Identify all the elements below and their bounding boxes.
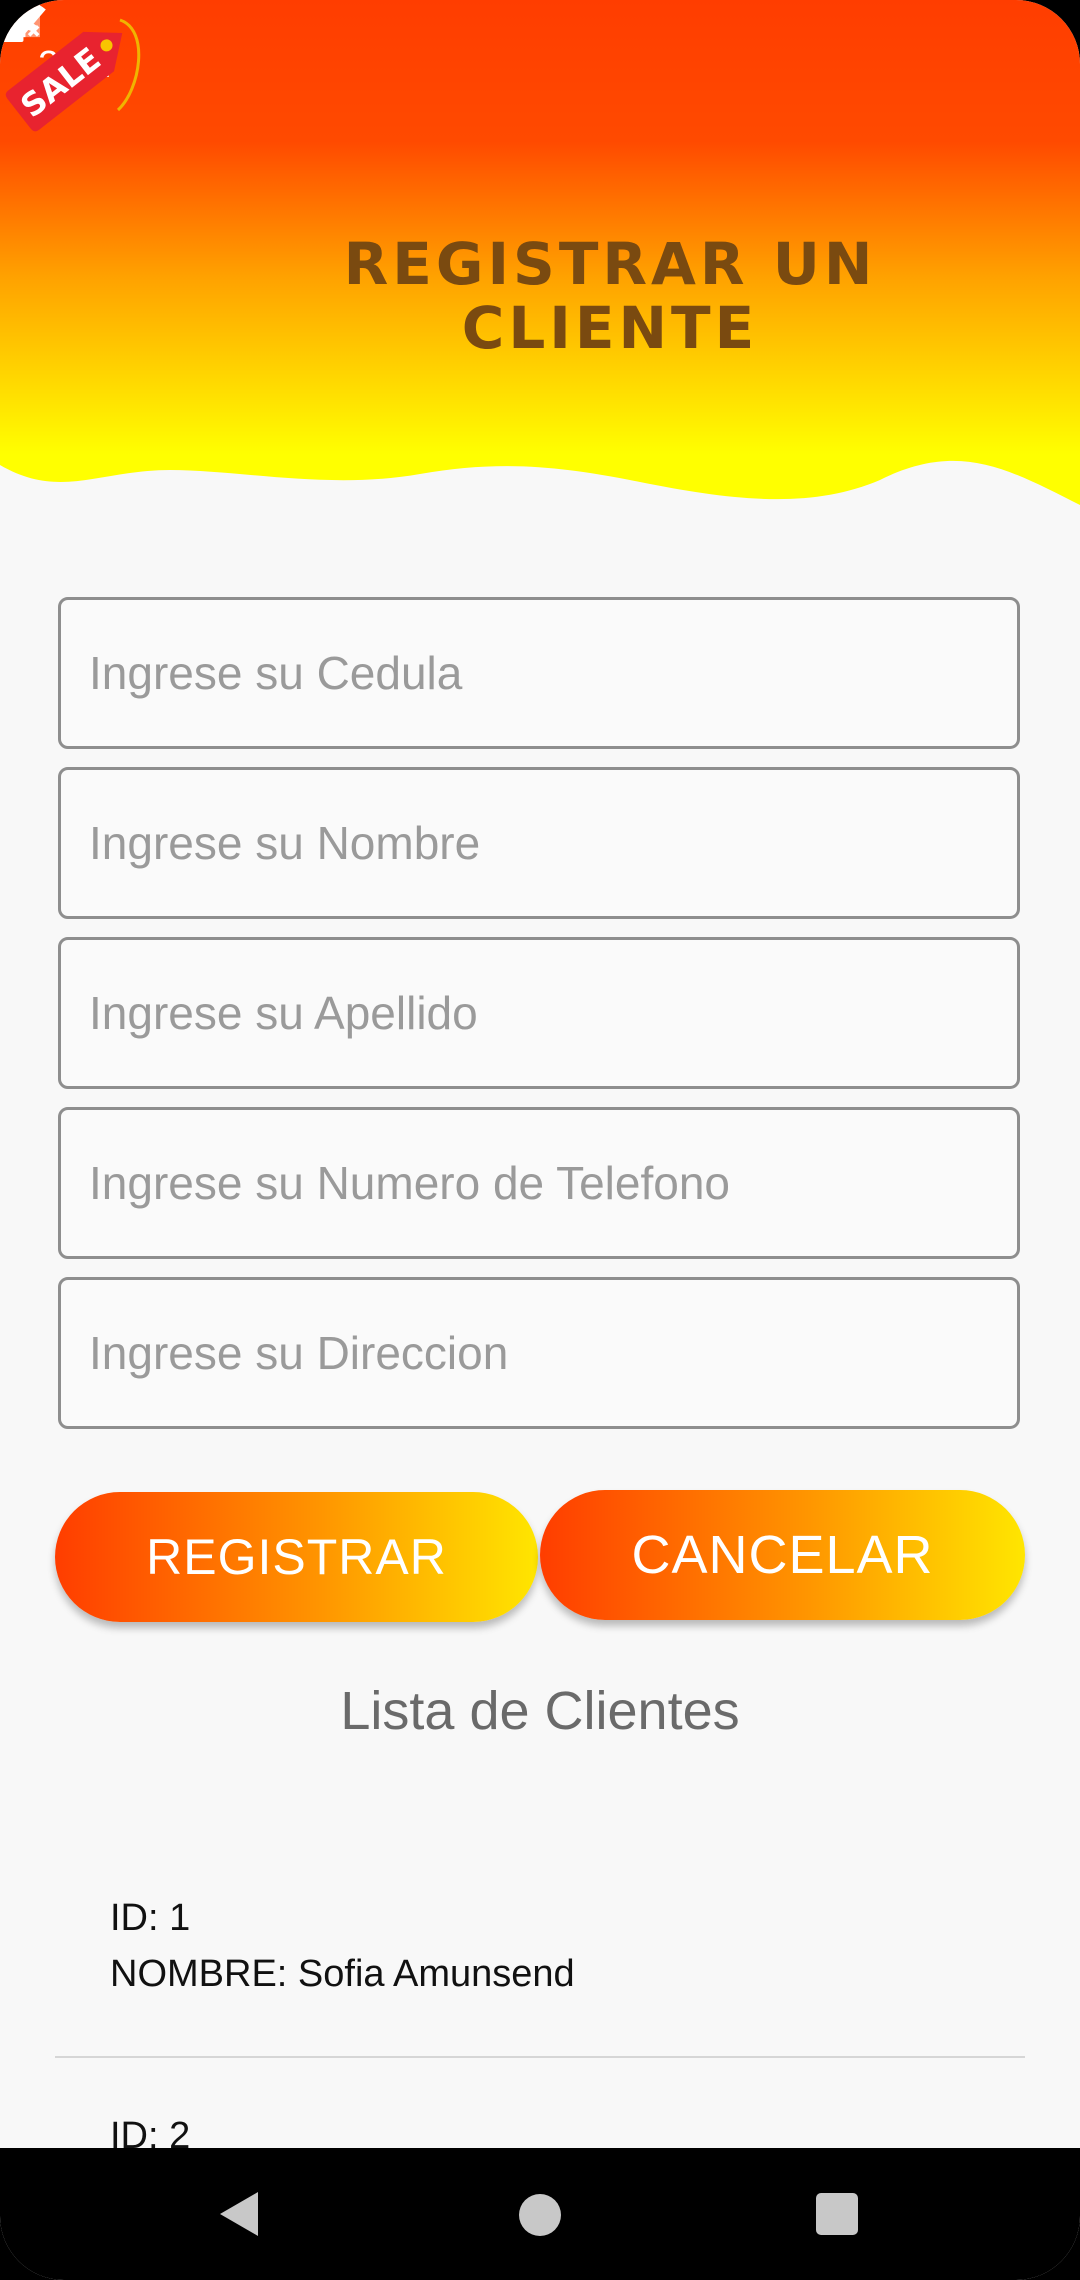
apellido-input[interactable] [61, 940, 1017, 1086]
sale-tag-icon: SALE [5, 18, 141, 132]
recents-icon[interactable] [816, 2193, 858, 2235]
app-screen: 2:44 SALE REG [0, 0, 1080, 2280]
navigation-bar [0, 2148, 1080, 2280]
status-bar: 2:44 [0, 0, 1080, 136]
cancelar-button[interactable]: CANCELAR [540, 1490, 1025, 1620]
home-icon[interactable] [519, 2194, 561, 2236]
client-name: NOMBRE: Sofia Amunsend [110, 1953, 575, 1995]
page-title: REGISTRAR UN CLIENTE [343, 230, 877, 362]
list-item[interactable]: ID: 1 NOMBRE: Sofia Amunsend [110, 1890, 575, 2002]
cedula-field[interactable] [58, 597, 1020, 749]
direccion-field[interactable] [58, 1277, 1020, 1429]
cedula-input[interactable] [61, 600, 1017, 746]
apellido-field[interactable] [58, 937, 1020, 1089]
telefono-input[interactable] [61, 1110, 1017, 1256]
header: 2:44 SALE REG [0, 0, 1080, 520]
client-list-title: Lista de Clientes [340, 1681, 740, 1741]
client-id: ID: 1 [110, 1897, 191, 1939]
list-divider [55, 2056, 1025, 2058]
nombre-input[interactable] [61, 770, 1017, 916]
back-icon[interactable] [214, 2188, 264, 2240]
telefono-field[interactable] [58, 1107, 1020, 1259]
nombre-field[interactable] [58, 767, 1020, 919]
registrar-button[interactable]: REGISTRAR [55, 1492, 538, 1622]
direccion-input[interactable] [61, 1280, 1017, 1426]
